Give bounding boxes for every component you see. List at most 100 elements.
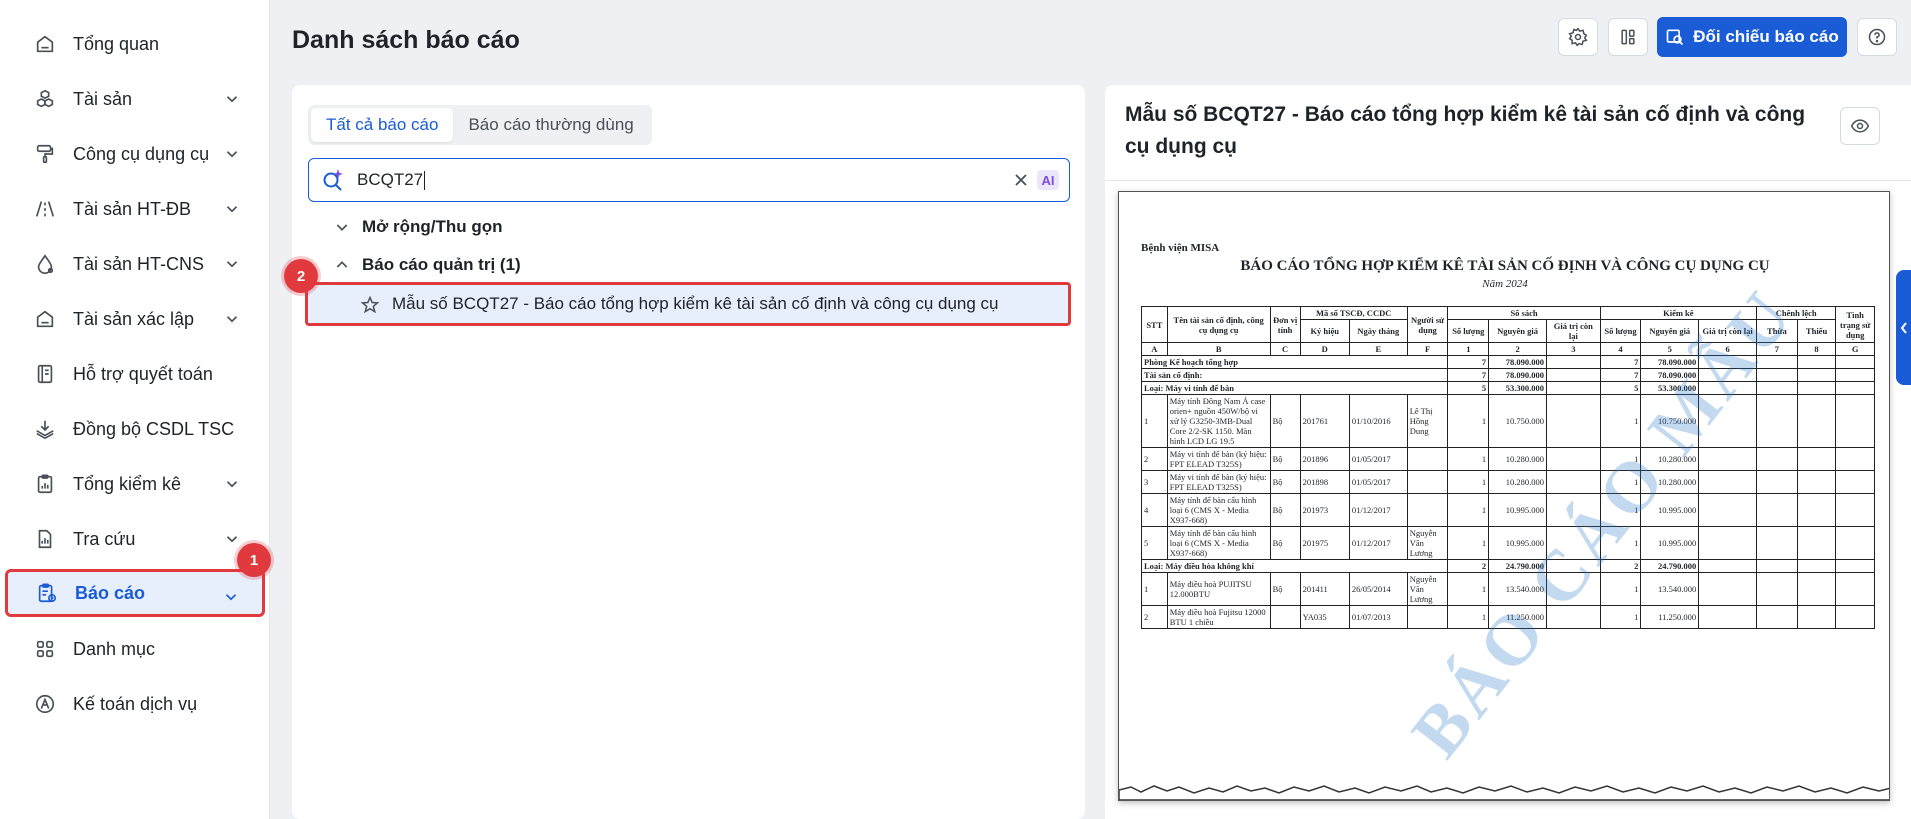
collapse-panel-handle[interactable] <box>1896 270 1911 385</box>
group-label-cell: Loại: Máy vi tính để bàn <box>1140 381 1449 395</box>
cell-date: 01/12/2017 <box>1348 493 1408 527</box>
letter-cell: 8 <box>1796 342 1837 356</box>
sidebar-item-quyet-toan[interactable]: Hỗ trợ quyết toán <box>6 349 263 399</box>
doc-title: BÁO CÁO TỔNG HỢP KIỂM KÊ TÀI SẢN CỐ ĐỊNH… <box>1240 258 1770 274</box>
sidebar-item-label: Tài sản HT-ĐB <box>73 198 192 219</box>
settings-button[interactable] <box>1558 18 1598 56</box>
sidebar-item-label: Đồng bộ CSDL TSC <box>73 418 235 439</box>
sidebar-item-label: Hỗ trợ quyết toán <box>73 363 213 384</box>
sidebar-item-label: Tra cứu <box>73 528 136 549</box>
report-item-bcqt27[interactable]: Mẫu số BCQT27 - Báo cáo tổng hợp kiểm kê… <box>305 282 1071 326</box>
cell-unit: Bộ <box>1269 447 1301 471</box>
cell-name: Máy tính Đông Nam Á case orien+ nguồn 45… <box>1166 394 1271 448</box>
cell-qty: 5 <box>1447 381 1490 395</box>
cell-cost: 53.300.000 <box>1488 381 1548 395</box>
clear-icon[interactable] <box>1011 170 1031 190</box>
tab-all-reports[interactable]: Tất cả báo cáo <box>311 108 454 142</box>
sidebar-item-ke-toan[interactable]: Kế toán dịch vụ <box>6 679 263 729</box>
sidebar-item-bao-cao[interactable]: Báo cáo <box>5 569 265 617</box>
cell-name: Máy điều hoà PUJITSU 12.000BTU <box>1166 572 1271 606</box>
cell-cost2: 10.995.000 <box>1640 526 1700 560</box>
cell-cost: 78.090.000 <box>1488 355 1548 369</box>
cell-cost: 10.995.000 <box>1488 493 1548 527</box>
doc-chart-icon <box>32 526 58 552</box>
cell-stt: 2 <box>1141 605 1168 629</box>
search-input[interactable]: BCQT27 AI <box>308 158 1070 202</box>
cell-date: 01/05/2017 <box>1348 447 1408 471</box>
cell-stt: 1 <box>1141 572 1168 606</box>
sidebar-item-tong-quan[interactable]: Tổng quan <box>6 19 263 69</box>
sidebar-item-ht-cns[interactable]: Tài sản HT-CNS <box>6 239 263 289</box>
preview-title: Mẫu số BCQT27 - Báo cáo tổng hợp kiểm kê… <box>1125 103 1806 158</box>
sidebar-item-dong-bo[interactable]: Đồng bộ CSDL TSC <box>6 404 263 454</box>
sidebar-item-xac-lap[interactable]: Tài sản xác lập <box>6 294 263 344</box>
letter-cell: 4 <box>1599 342 1642 356</box>
group-label-cell: Loại: Máy điều hòa không khí <box>1140 559 1449 573</box>
cell-stt: 3 <box>1141 470 1168 494</box>
cell-stt: 2 <box>1141 447 1168 471</box>
table-row: 3 Máy vi tính để bàn (ký hiệu: FPT ELEAD… <box>1141 470 1875 494</box>
letter-cell: B <box>1166 342 1271 356</box>
cell-name: Máy vi tính để bàn (ký hiệu: FPT ELEAD T… <box>1166 470 1271 494</box>
compare-doc-icon <box>1666 29 1684 46</box>
sidebar-item-label: Tài sản <box>73 88 133 109</box>
search-value: BCQT27 <box>357 169 424 189</box>
doc-year: Năm 2024 <box>1482 278 1528 290</box>
sidebar-item-label: Tổng quan <box>73 33 160 54</box>
group-label-cell: Phòng Kế hoạch tổng hợp <box>1140 355 1449 369</box>
col-qty2: Số lượng <box>1599 319 1642 343</box>
cell-code: YA035 <box>1299 605 1350 629</box>
cell-cost: 78.090.000 <box>1488 368 1548 382</box>
layers-icon <box>32 416 58 442</box>
chevron-down-icon <box>225 594 237 601</box>
accounting-icon <box>32 691 58 717</box>
sidebar-item-tong-kiem-ke[interactable]: Tổng kiểm kê <box>6 459 263 509</box>
sidebar-item-ht-db[interactable]: Tài sản HT-ĐB <box>6 184 263 234</box>
home-icon <box>32 31 58 57</box>
cell-cost2: 24.790.000 <box>1640 559 1700 573</box>
doc-org-name: Bệnh viện MISA <box>1141 242 1220 254</box>
table-row: 5 Máy tính để bàn cấu hình loại 6 (CMS X… <box>1141 526 1875 560</box>
chevron-down-icon <box>226 206 238 213</box>
cell-code: 201975 <box>1299 526 1350 560</box>
grid-icon <box>32 636 58 662</box>
report-clipboard-icon <box>34 580 60 606</box>
star-icon[interactable] <box>360 295 380 315</box>
cell-qty: 1 <box>1447 470 1490 494</box>
chevron-down-icon <box>336 224 348 231</box>
cell-unit: Bộ <box>1269 470 1301 494</box>
group-label-cell: Tài sản cố định: <box>1140 368 1449 382</box>
sidebar-item-label: Tài sản HT-CNS <box>73 253 205 274</box>
cell-date: 01/12/2017 <box>1348 526 1408 560</box>
col-code: Mã số TSCĐ, CCDC <box>1299 306 1408 320</box>
preview-button[interactable] <box>1840 107 1880 145</box>
gear-icon <box>1568 27 1588 47</box>
divider <box>1105 180 1911 181</box>
cell-code: 201973 <box>1299 493 1350 527</box>
sidebar-item-tra-cuu[interactable]: Tra cứu <box>6 514 263 564</box>
report-tabs: Tất cả báo cáo Báo cáo thường dùng <box>308 105 652 145</box>
cell-cost2: 13.540.000 <box>1640 572 1700 606</box>
layout-button[interactable] <box>1608 18 1648 56</box>
letter-cell: G <box>1835 342 1875 356</box>
cell-user: Lê Thị Hồng Dung <box>1406 394 1449 448</box>
report-list-panel: Tất cả báo cáo Báo cáo thường dùng BCQT2… <box>292 85 1085 819</box>
sidebar-item-label: Tài sản xác lập <box>73 308 195 329</box>
cell-qty: 1 <box>1447 493 1490 527</box>
sidebar-item-danh-muc[interactable]: Danh mục <box>6 624 263 674</box>
cell-qty: 1 <box>1447 394 1490 448</box>
group-bao-cao-quan-tri[interactable]: Báo cáo quản trị (1) <box>334 255 521 275</box>
annotation-badge-2: 2 <box>284 259 318 293</box>
sidebar-item-tai-san[interactable]: Tài sản <box>6 74 263 124</box>
ai-button[interactable]: AI <box>1037 170 1059 190</box>
cell-unit <box>1269 605 1301 629</box>
tab-frequent-reports[interactable]: Báo cáo thường dùng <box>453 108 648 142</box>
compare-report-button[interactable]: Đối chiếu báo cáo <box>1657 17 1847 57</box>
layout-columns-icon <box>1621 29 1635 45</box>
help-button[interactable] <box>1857 18 1897 56</box>
sidebar-item-cong-cu[interactable]: Công cụ dụng cụ <box>6 129 263 179</box>
col-cost2: Nguyên giá <box>1640 319 1700 343</box>
cell-qty2: 7 <box>1599 355 1642 369</box>
cell-qty: 1 <box>1447 526 1490 560</box>
expand-collapse-toggle[interactable]: Mở rộng/Thu gọn <box>334 217 503 237</box>
